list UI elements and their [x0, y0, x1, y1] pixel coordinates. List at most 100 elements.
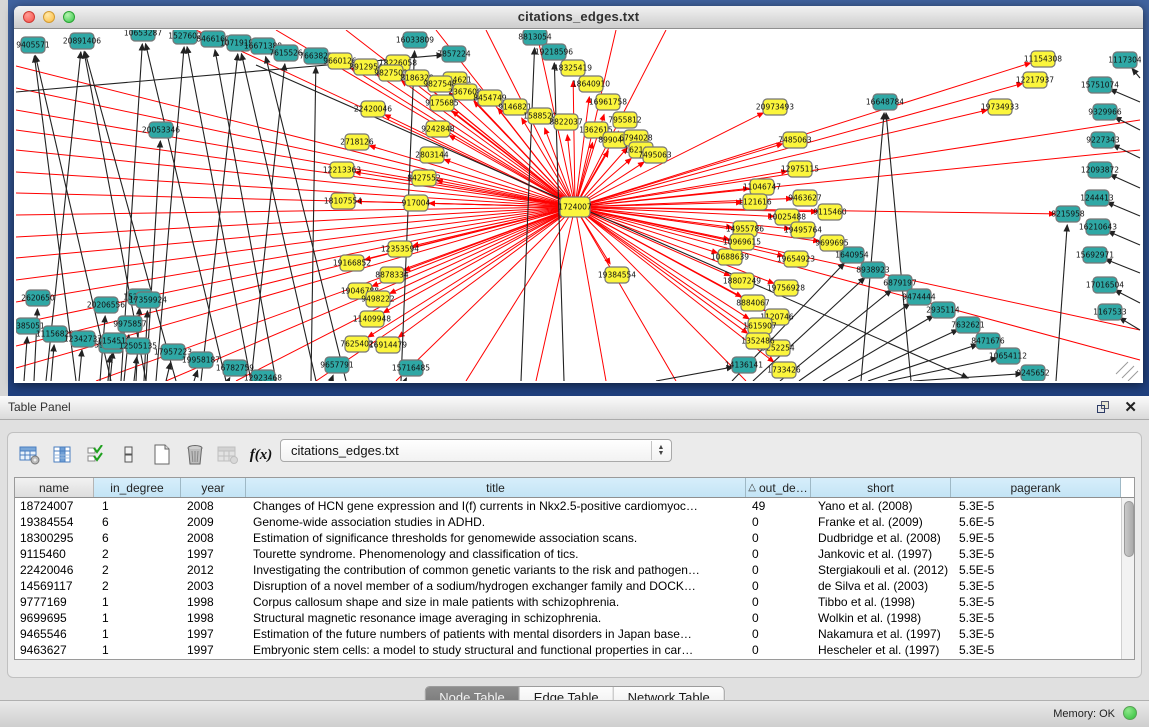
- network-node[interactable]: 1352486: [741, 333, 775, 349]
- table-cell-year[interactable]: 2009: [181, 515, 246, 529]
- network-edge[interactable]: [266, 57, 346, 381]
- network-node[interactable]: 11154308: [1024, 51, 1062, 67]
- network-node[interactable]: 7632621: [951, 317, 985, 333]
- network-edge[interactable]: [215, 50, 276, 381]
- table-cell-in_degree[interactable]: 6: [94, 531, 181, 545]
- delete-table-icon[interactable]: [183, 443, 207, 467]
- table-cell-short[interactable]: Jankovic et al. (1997): [811, 547, 951, 561]
- table-cell-out_degree[interactable]: 0: [746, 547, 811, 561]
- table-cell-in_degree[interactable]: 1: [94, 611, 181, 625]
- table-cell-name[interactable]: 19384554: [15, 515, 94, 529]
- table-cell-out_degree[interactable]: 0: [746, 563, 811, 577]
- table-cell-name[interactable]: 9463627: [15, 643, 94, 657]
- network-node[interactable]: 18107554: [324, 193, 362, 209]
- network-node[interactable]: 20053346: [142, 122, 180, 138]
- table-row[interactable]: 1938455462009Genome-wide association stu…: [15, 514, 1121, 530]
- network-node[interactable]: 7955812: [608, 112, 642, 128]
- column-header-short[interactable]: short: [811, 478, 951, 497]
- table-cell-pagerank[interactable]: 5.3E-5: [951, 499, 1121, 513]
- table-cell-short[interactable]: Stergiakouli et al. (2012): [811, 563, 951, 577]
- table-cell-short[interactable]: Franke et al. (2009): [811, 515, 951, 529]
- network-node[interactable]: 9699695: [815, 235, 849, 251]
- network-node[interactable]: 11046747: [743, 179, 781, 195]
- table-cell-in_degree[interactable]: 1: [94, 627, 181, 641]
- table-cell-title[interactable]: Embryonic stem cells: a model to study s…: [246, 643, 746, 657]
- network-node[interactable]: 9975857: [113, 316, 147, 332]
- column-header-out-degree[interactable]: △out_de…: [746, 478, 811, 497]
- table-cell-short[interactable]: Wolkin et al. (1998): [811, 611, 951, 625]
- table-cell-name[interactable]: 9777169: [15, 595, 94, 609]
- network-node[interactable]: 8813054: [518, 30, 552, 45]
- network-node[interactable]: 16914479: [369, 337, 407, 353]
- column-header-in-degree[interactable]: in_degree: [94, 478, 181, 497]
- table-cell-pagerank[interactable]: 5.3E-5: [951, 627, 1121, 641]
- table-row[interactable]: 2242004622012Investigating the contribut…: [15, 562, 1121, 578]
- network-node[interactable]: 14136141: [725, 357, 763, 373]
- network-edge[interactable]: [1108, 231, 1140, 245]
- close-panel-icon[interactable]: ✕: [1124, 398, 1137, 416]
- column-header-name[interactable]: name: [15, 478, 94, 497]
- network-node[interactable]: 20891406: [63, 33, 101, 49]
- network-node[interactable]: 1615907: [743, 318, 777, 334]
- network-node[interactable]: 9474444: [902, 289, 936, 305]
- network-edge[interactable]: [575, 207, 1140, 360]
- network-node[interactable]: 12217937: [1016, 72, 1054, 88]
- show-columns-icon[interactable]: [51, 443, 75, 467]
- network-node[interactable]: 19384554: [598, 267, 636, 283]
- table-cell-name[interactable]: 22420046: [15, 563, 94, 577]
- network-node[interactable]: 18325419: [554, 60, 592, 76]
- table-row[interactable]: 1872400712008Changes of HCN gene express…: [15, 498, 1121, 514]
- network-edge[interactable]: [1115, 290, 1140, 303]
- table-cell-in_degree[interactable]: 1: [94, 643, 181, 657]
- network-node[interactable]: 7857224: [437, 46, 471, 62]
- network-node[interactable]: 9498222: [361, 291, 395, 307]
- column-header-pagerank[interactable]: pagerank: [951, 478, 1121, 497]
- float-panel-icon[interactable]: [1097, 401, 1111, 414]
- network-node[interactable]: 7485063: [778, 132, 812, 148]
- network-node[interactable]: 16648784: [866, 94, 904, 110]
- network-node[interactable]: 1733426: [767, 362, 801, 378]
- network-node[interactable]: 9463627: [788, 190, 822, 206]
- network-edge[interactable]: [79, 350, 82, 381]
- network-edge[interactable]: [1110, 175, 1140, 188]
- table-row[interactable]: 911546021997Tourette syndrome. Phenomeno…: [15, 546, 1121, 562]
- network-node[interactable]: 2803144: [415, 147, 449, 163]
- network-edge[interactable]: [1132, 68, 1140, 78]
- table-cell-short[interactable]: Tibbo et al. (1998): [811, 595, 951, 609]
- table-cell-name[interactable]: 14569117: [15, 579, 94, 593]
- network-node[interactable]: 7615526: [269, 45, 303, 61]
- table-cell-in_degree[interactable]: 1: [94, 595, 181, 609]
- table-cell-short[interactable]: Hescheler et al. (1997): [811, 643, 951, 657]
- select-rows-icon[interactable]: [84, 443, 108, 467]
- table-cell-year[interactable]: 2003: [181, 579, 246, 593]
- network-node[interactable]: 1724007: [558, 197, 592, 217]
- network-node[interactable]: 917004: [402, 195, 431, 211]
- network-edge[interactable]: [1056, 225, 1067, 381]
- table-cell-out_degree[interactable]: 0: [746, 611, 811, 625]
- table-cell-out_degree[interactable]: 0: [746, 579, 811, 593]
- table-row[interactable]: 1830029562008Estimation of significance …: [15, 530, 1121, 546]
- table-cell-out_degree[interactable]: 0: [746, 531, 811, 545]
- network-node[interactable]: 8822037: [549, 114, 583, 130]
- table-cell-out_degree[interactable]: 0: [746, 627, 811, 641]
- table-cell-name[interactable]: 9115460: [15, 547, 94, 561]
- table-cell-out_degree[interactable]: 0: [746, 515, 811, 529]
- table-cell-year[interactable]: 1997: [181, 643, 246, 657]
- table-cell-year[interactable]: 2008: [181, 499, 246, 513]
- network-node[interactable]: 22420046: [354, 101, 392, 117]
- table-row[interactable]: 946554611997Estimation of the future num…: [15, 626, 1121, 642]
- table-cell-out_degree[interactable]: 0: [746, 643, 811, 657]
- network-node[interactable]: 2620650: [21, 290, 55, 306]
- network-edge[interactable]: [166, 363, 170, 381]
- network-edge[interactable]: [1105, 259, 1140, 273]
- table-cell-year[interactable]: 1997: [181, 547, 246, 561]
- table-cell-pagerank[interactable]: 5.3E-5: [951, 611, 1121, 625]
- network-node[interactable]: 16961758: [589, 94, 627, 110]
- table-cell-pagerank[interactable]: 5.5E-5: [951, 563, 1121, 577]
- table-cell-title[interactable]: Changes of HCN gene expression and I(f) …: [246, 499, 746, 513]
- table-cell-short[interactable]: Nakamura et al. (1997): [811, 627, 951, 641]
- network-window-titlebar[interactable]: citations_edges.txt: [14, 6, 1143, 29]
- network-edge[interactable]: [575, 97, 589, 207]
- network-node[interactable]: 8884067: [736, 295, 770, 311]
- resize-grip-icon[interactable]: [1116, 362, 1128, 374]
